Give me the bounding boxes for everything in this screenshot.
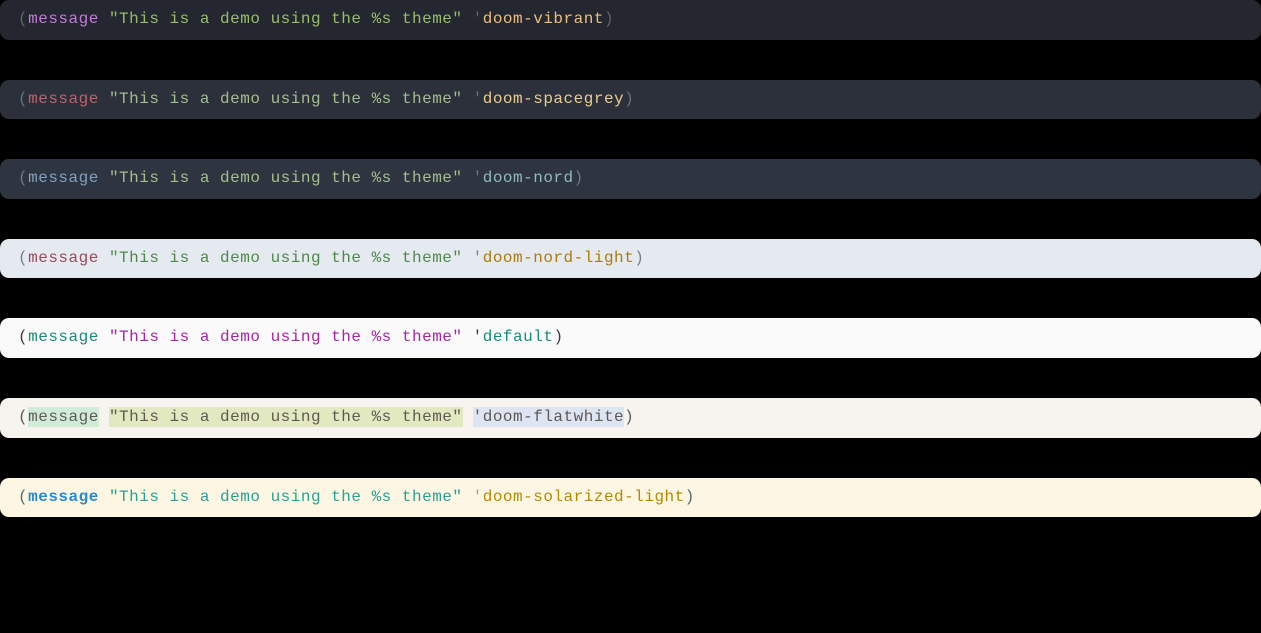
paren-close: ) (624, 408, 634, 426)
paren-open: ( (18, 169, 28, 187)
function-name: message (28, 488, 99, 506)
function-name: message (28, 407, 99, 427)
paren-open: ( (18, 408, 28, 426)
paren-open: ( (18, 90, 28, 108)
function-name: message (28, 90, 99, 108)
code-sample-container: (message "This is a demo using the %s th… (0, 0, 1261, 517)
quote-char: ' (473, 249, 483, 267)
function-name: message (28, 10, 99, 28)
symbol-name: doom-flatwhite (483, 407, 624, 427)
paren-close: ) (604, 10, 614, 28)
paren-open: ( (18, 10, 28, 28)
symbol-name: default (483, 328, 554, 346)
paren-open: ( (18, 249, 28, 267)
string-literal: "This is a demo using the %s theme" (109, 169, 463, 187)
string-literal: "This is a demo using the %s theme" (109, 328, 463, 346)
quote-char: ' (473, 10, 483, 28)
code-block-solarized-light: (message "This is a demo using the %s th… (0, 478, 1261, 518)
code-block-vibrant: (message "This is a demo using the %s th… (0, 0, 1261, 40)
string-literal: "This is a demo using the %s theme" (109, 488, 463, 506)
symbol-name: doom-vibrant (483, 10, 604, 28)
paren-open: ( (18, 488, 28, 506)
string-literal: "This is a demo using the %s theme" (109, 90, 463, 108)
code-block-nord: (message "This is a demo using the %s th… (0, 159, 1261, 199)
symbol-name: doom-solarized-light (483, 488, 685, 506)
paren-close: ) (553, 328, 563, 346)
symbol-name: doom-nord (483, 169, 574, 187)
quote-char: ' (473, 328, 483, 346)
string-literal: "This is a demo using the %s theme" (109, 249, 463, 267)
code-block-default: (message "This is a demo using the %s th… (0, 318, 1261, 358)
function-name: message (28, 249, 99, 267)
string-literal: "This is a demo using the %s theme" (109, 407, 463, 427)
code-block-flatwhite: (message "This is a demo using the %s th… (0, 398, 1261, 438)
symbol-name: doom-nord-light (483, 249, 635, 267)
paren-open: ( (18, 328, 28, 346)
code-block-spacegrey: (message "This is a demo using the %s th… (0, 80, 1261, 120)
paren-close: ) (634, 249, 644, 267)
quote-char: ' (473, 169, 483, 187)
function-name: message (28, 328, 99, 346)
code-block-nord-light: (message "This is a demo using the %s th… (0, 239, 1261, 279)
string-literal: "This is a demo using the %s theme" (109, 10, 463, 28)
paren-close: ) (574, 169, 584, 187)
function-name: message (28, 169, 99, 187)
symbol-name: doom-spacegrey (483, 90, 624, 108)
paren-close: ) (624, 90, 634, 108)
quote-char: ' (473, 488, 483, 506)
quote-char: ' (473, 90, 483, 108)
paren-close: ) (685, 488, 695, 506)
quote-char: ' (473, 407, 483, 427)
